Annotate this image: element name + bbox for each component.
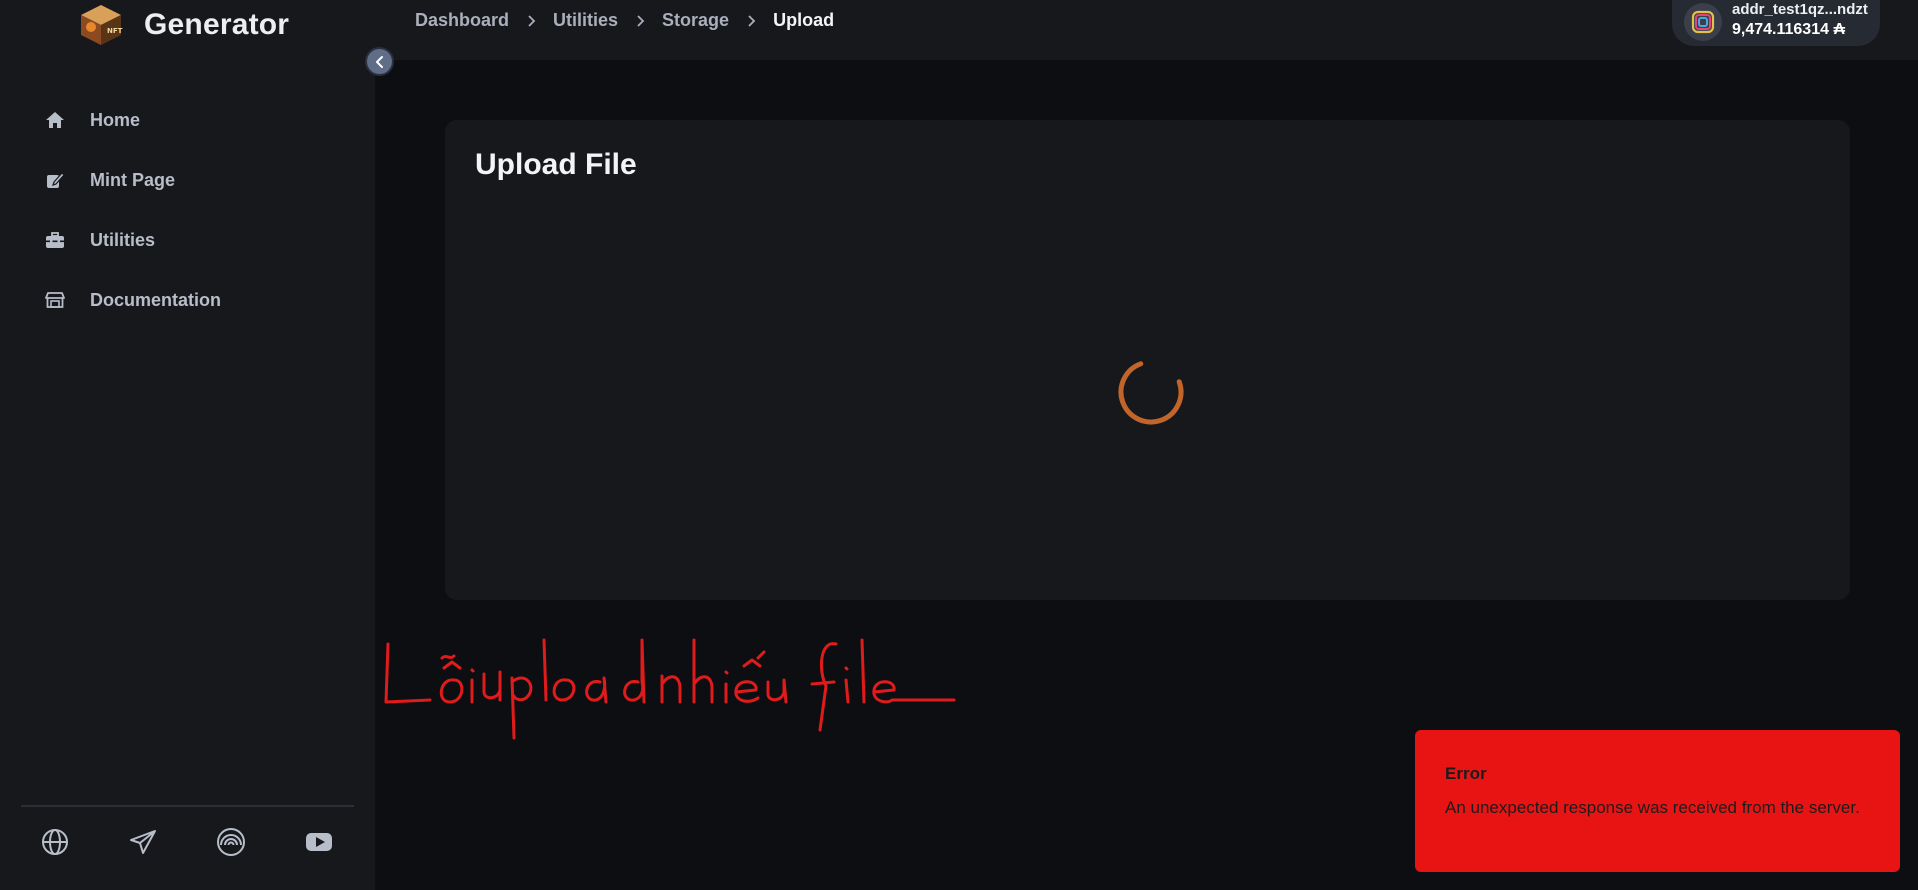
sidebar-item-label: Utilities bbox=[90, 229, 156, 250]
toast-title: Error bbox=[1445, 764, 1487, 783]
telegram-icon[interactable] bbox=[126, 825, 160, 859]
sidebar-collapse-button[interactable] bbox=[365, 47, 394, 76]
sidebar: NFT Generator Home Mint Page Utilities D… bbox=[0, 0, 375, 890]
loading-spinner-icon bbox=[1115, 356, 1187, 428]
upload-card: Upload File bbox=[445, 120, 1850, 600]
breadcrumb-utilities[interactable]: Utilities bbox=[553, 10, 618, 31]
chevron-right-icon bbox=[509, 14, 553, 27]
app-root: NFT Generator Home Mint Page Utilities D… bbox=[0, 0, 1918, 890]
breadcrumb-dashboard[interactable]: Dashboard bbox=[415, 10, 509, 31]
chevron-left-icon bbox=[375, 55, 383, 68]
svg-text:NFT: NFT bbox=[107, 27, 123, 35]
breadcrumb: Dashboard Utilities Storage Upload bbox=[415, 10, 834, 31]
breadcrumb-upload: Upload bbox=[773, 10, 835, 30]
eternl-wallet-icon bbox=[1684, 3, 1722, 41]
brand-name: Generator bbox=[144, 8, 290, 41]
store-icon bbox=[44, 289, 66, 311]
error-toast[interactable]: Error An unexpected response was receive… bbox=[1415, 730, 1900, 872]
breadcrumb-storage[interactable]: Storage bbox=[662, 10, 729, 31]
edit-icon bbox=[44, 169, 66, 191]
wallet-button[interactable]: addr_test1qz...ndzt 9,474.116314 ₳ bbox=[1672, 0, 1880, 46]
rainbow-icon[interactable] bbox=[214, 825, 248, 859]
sidebar-item-label: Home bbox=[90, 109, 141, 130]
sidebar-item-mint-page[interactable]: Mint Page bbox=[44, 165, 175, 195]
youtube-icon[interactable] bbox=[302, 825, 336, 859]
wallet-address: addr_test1qz...ndzt bbox=[1732, 1, 1868, 18]
sidebar-item-label: Documentation bbox=[90, 289, 222, 310]
nft-cube-logo: NFT bbox=[81, 5, 123, 45]
chevron-right-icon bbox=[729, 14, 773, 27]
home-icon bbox=[44, 109, 66, 131]
page-title: Upload File bbox=[475, 148, 637, 181]
brand[interactable]: NFT Generator bbox=[78, 3, 289, 47]
sidebar-item-utilities[interactable]: Utilities bbox=[44, 225, 155, 255]
handwritten-annotation bbox=[380, 630, 960, 740]
sidebar-item-documentation[interactable]: Documentation bbox=[44, 285, 221, 315]
sidebar-divider bbox=[21, 805, 354, 807]
chevron-right-icon bbox=[618, 14, 662, 27]
wallet-balance: 9,474.116314 ₳ bbox=[1732, 21, 1845, 38]
toolbox-icon bbox=[44, 229, 66, 251]
toast-message: An unexpected response was received from… bbox=[1445, 798, 1860, 817]
globe-icon[interactable] bbox=[38, 825, 72, 859]
sidebar-item-home[interactable]: Home bbox=[44, 105, 140, 135]
sidebar-item-label: Mint Page bbox=[90, 169, 176, 190]
